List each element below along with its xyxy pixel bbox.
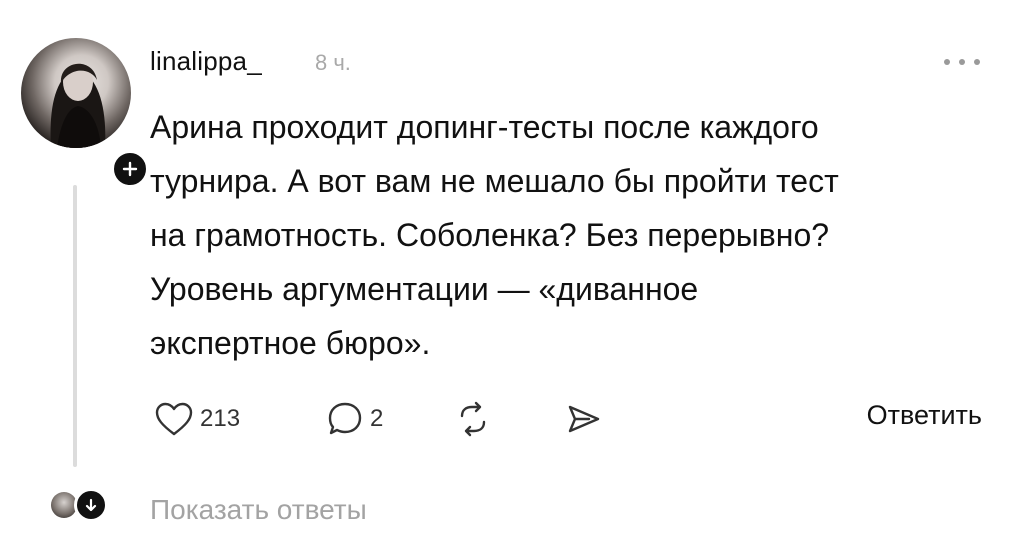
more-horizontal-icon [959,59,965,65]
likes-count: 213 [200,405,241,432]
avatar[interactable] [21,38,131,148]
send-icon [568,405,600,433]
answer-button[interactable]: Ответить [867,400,982,431]
comment-text-line: турнира. А вот вам не мешало бы пройти т… [150,163,839,199]
replies-count: 2 [370,405,384,432]
arrow-down-icon [85,498,97,512]
repost-icon [460,401,486,437]
like-button[interactable]: 213 [154,396,240,442]
plus-icon [122,161,138,177]
repost-button[interactable] [454,396,492,442]
username[interactable]: linalippa_ [150,46,262,77]
show-replies-button[interactable]: Показать ответы [45,488,545,530]
comment-text-line: на грамотность. Соболенка? Без перерывно… [150,217,830,253]
more-options-button[interactable] [941,52,983,72]
show-replies-label: Показать ответы [150,494,367,525]
comment-text-line: Арина проходит допинг-тесты после каждог… [150,109,819,145]
action-bar: 213 2 Ответить [150,396,990,442]
thread-line [73,185,77,467]
comment-text-line: экспертное бюро». [150,325,431,361]
replies-button[interactable]: 2 [326,396,383,442]
more-horizontal-icon [974,59,980,65]
timestamp: 8 ч. [315,50,351,75]
comment-text-line: Уровень аргументации — «диванное [150,271,699,307]
comment-text: Арина проходит допинг-тесты после каждог… [150,100,980,370]
follow-button[interactable] [110,149,150,189]
heart-icon [155,402,193,436]
comment-card: linalippa_ 8 ч. Арина проходит допинг-те… [0,0,1024,533]
share-button[interactable] [565,396,603,442]
avatar-container [21,38,150,189]
more-horizontal-icon [944,59,950,65]
comment-bubble-icon [328,402,362,435]
avatar-image [50,63,106,148]
expand-badge [74,488,108,522]
